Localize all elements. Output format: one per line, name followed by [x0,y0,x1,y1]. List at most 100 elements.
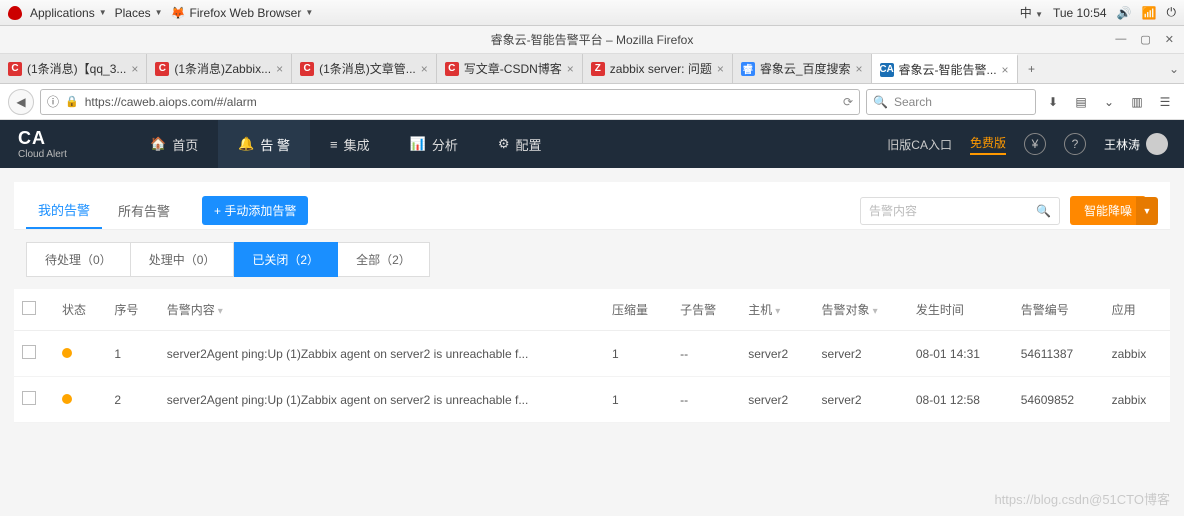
status-filter: 待处理（0）处理中（0）已关闭（2）全部（2） [0,230,1184,289]
nav-item[interactable]: ≡集成 [310,120,390,168]
clock[interactable]: Tue 10:54 [1053,6,1107,20]
filter-button[interactable]: 处理中（0） [131,242,235,277]
close-icon[interactable]: × [131,62,138,76]
status-dot [62,348,72,358]
address-bar[interactable]: ⓘ 🔒 https://caweb.aiops.com/#/alarm ⟳ [40,89,860,115]
close-button[interactable]: ✕ [1165,33,1174,46]
info-icon[interactable]: ⓘ [47,93,59,110]
col-content[interactable]: 告警内容▾ [159,289,604,331]
firefox-indicator[interactable]: 🦊 Firefox Web Browser ▼ [171,6,314,20]
tab-label: 睿象云_百度搜索 [760,60,851,77]
tab-label: 写文章-CSDN博客 [464,60,562,77]
col-seq: 序号 [106,289,158,331]
filter-icon[interactable]: ▾ [775,306,780,317]
nav-item[interactable]: 🔔告 警 [218,120,310,168]
nav-icon: 🏠 [150,136,166,152]
table-row[interactable]: 2 server2Agent ping:Up (1)Zabbix agent o… [14,377,1170,423]
library-icon[interactable]: ▤ [1070,95,1092,109]
favicon: C [155,62,169,76]
back-button[interactable]: ◀ [8,89,34,115]
favicon: C [8,62,22,76]
browser-tab[interactable]: C写文章-CSDN博客× [437,54,583,83]
nav-icon: ≡ [330,137,338,152]
col-child: 子告警 [672,289,740,331]
user-menu[interactable]: 王林涛 [1104,133,1168,155]
watermark: https://blog.csdn@51CTO博客 [994,489,1170,508]
nav-item[interactable]: ⚙配置 [478,120,562,168]
nav-item[interactable]: 📊分析 [390,120,478,168]
add-alarm-button[interactable]: + 手动添加告警 [202,196,308,225]
tabs-dropdown[interactable]: ⌄ [1164,54,1184,83]
tab-my-alarms[interactable]: 我的告警 [26,192,102,229]
applications-menu[interactable]: Applications▼ [30,6,107,20]
redhat-icon [8,6,22,20]
power-icon[interactable]: ⏻ [1167,5,1177,20]
col-app: 应用 [1104,289,1170,331]
billing-icon[interactable]: ¥ [1024,133,1046,155]
menu-icon[interactable]: ☰ [1154,95,1176,109]
tab-label: 睿象云-智能告警... [899,61,997,78]
browser-tab-strip: C(1条消息)【qq_3...×C(1条消息)Zabbix...×C(1条消息)… [0,54,1184,84]
favicon: CA [880,63,894,77]
tab-label: (1条消息)【qq_3... [27,60,126,77]
browser-tab[interactable]: CA 睿象云-智能告警... × [872,54,1018,83]
app-logo[interactable]: CA Cloud Alert [0,128,130,160]
legacy-link[interactable]: 旧版CA入口 [887,136,952,153]
browser-search[interactable]: 🔍 Search [866,89,1036,115]
alarm-search-input[interactable]: 告警内容 🔍 [860,197,1060,225]
plan-free[interactable]: 免费版 [970,134,1006,155]
table-row[interactable]: 1 server2Agent ping:Up (1)Zabbix agent o… [14,331,1170,377]
volume-icon[interactable]: 🔊 [1117,6,1132,20]
refresh-icon[interactable]: ⟳ [843,95,853,109]
downloads-icon[interactable]: ⬇ [1042,95,1064,109]
minimize-button[interactable]: — [1115,33,1126,46]
close-icon[interactable]: × [567,62,574,76]
close-icon[interactable]: × [856,62,863,76]
help-icon[interactable]: ? [1064,133,1086,155]
new-tab-button[interactable]: + [1018,54,1046,83]
window-title-bar: 睿象云-智能告警平台 – Mozilla Firefox — ▢ ✕ [0,26,1184,54]
noise-reduction-button[interactable]: 智能降噪 [1070,196,1146,225]
sidebar-icon[interactable]: ▥ [1126,95,1148,109]
maximize-button[interactable]: ▢ [1140,33,1150,46]
search-icon: 🔍 [1036,204,1051,218]
browser-tab[interactable]: C (1条消息)【qq_3... × [0,54,147,83]
noise-reduction-dropdown[interactable]: ▼ [1136,197,1158,225]
nav-item[interactable]: 🏠首页 [130,120,218,168]
row-checkbox[interactable] [22,345,36,359]
alarm-table: 状态 序号 告警内容▾ 压缩量 子告警 主机▾ 告警对象▾ 发生时间 告警编号 … [14,289,1170,423]
network-icon[interactable]: 📶 [1142,6,1157,20]
close-icon[interactable]: × [717,62,724,76]
col-host[interactable]: 主机▾ [740,289,813,331]
input-method[interactable]: 中 ▼ [1020,4,1043,21]
close-icon[interactable]: × [276,62,283,76]
browser-tab[interactable]: C (1条消息)文章管... × [292,54,437,83]
pocket-icon[interactable]: ⌄ [1098,95,1120,109]
col-status: 状态 [54,289,106,331]
places-menu[interactable]: Places▼ [115,6,163,20]
browser-tab[interactable]: 睿睿象云_百度搜索 × [733,54,872,83]
browser-tab[interactable]: C(1条消息)Zabbix...× [147,54,292,83]
status-dot [62,394,72,404]
col-target[interactable]: 告警对象▾ [814,289,908,331]
favicon: C [300,62,314,76]
select-all-checkbox[interactable] [22,301,36,315]
nav-icon: 📊 [410,136,426,152]
avatar [1146,133,1168,155]
app-header: CA Cloud Alert 🏠首页🔔告 警≡集成📊分析⚙配置 旧版CA入口 免… [0,120,1184,168]
row-checkbox[interactable] [22,391,36,405]
filter-button[interactable]: 待处理（0） [26,242,131,277]
window-title: 睿象云-智能告警平台 – Mozilla Firefox [491,31,694,48]
filter-button[interactable]: 全部（2） [338,242,430,277]
favicon: 睿 [741,62,755,76]
browser-tab[interactable]: Zzabbix server: 问题× [583,54,733,83]
close-icon[interactable]: × [421,62,428,76]
filter-icon[interactable]: ▾ [873,306,878,317]
nav-icon: 🔔 [238,136,254,152]
filter-button[interactable]: 已关闭（2） [234,242,338,277]
tab-all-alarms[interactable]: 所有告警 [106,193,182,228]
close-icon[interactable]: × [1002,63,1009,77]
browser-toolbar: ◀ ⓘ 🔒 https://caweb.aiops.com/#/alarm ⟳ … [0,84,1184,120]
tab-label: (1条消息)文章管... [319,60,416,77]
filter-icon[interactable]: ▾ [218,306,223,317]
